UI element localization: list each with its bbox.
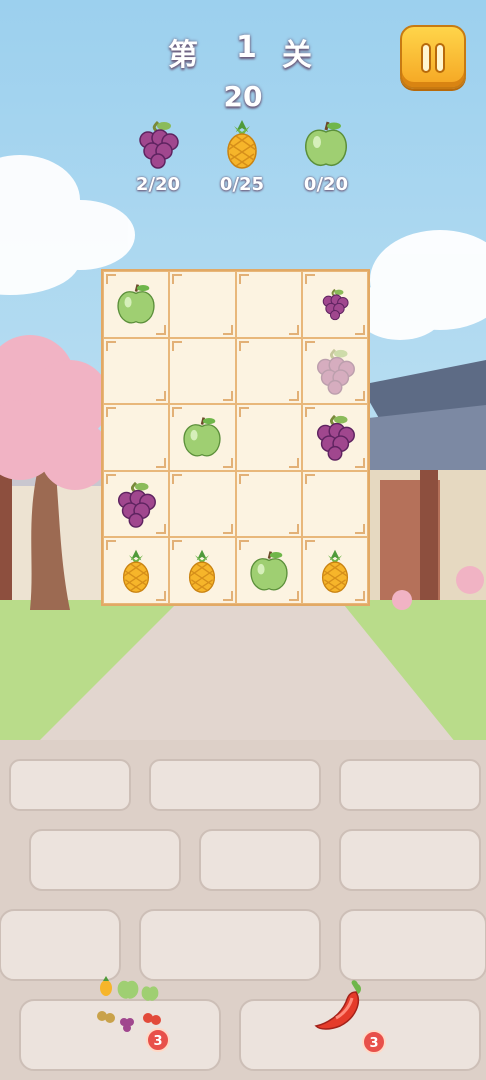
level-prefix: 第 xyxy=(168,38,200,73)
goal-apple: 0/20 xyxy=(291,118,361,195)
chili-pepper-icon xyxy=(314,980,361,1030)
goal-grape: 2/20 xyxy=(123,118,193,195)
grape-icon xyxy=(310,346,360,396)
shuffle-booster[interactable]: 3 xyxy=(92,968,170,1056)
grape-icon xyxy=(318,287,352,321)
board-cell[interactable] xyxy=(103,470,170,538)
board-cell[interactable] xyxy=(301,337,368,405)
apple-icon xyxy=(305,121,347,166)
apple-icon xyxy=(113,281,159,327)
board-cell[interactable] xyxy=(301,470,368,538)
pineapple-icon xyxy=(227,120,257,169)
pineapple-icon xyxy=(179,548,225,594)
goal-pineapple: 0/25 xyxy=(207,118,277,195)
goal-count-grape: 2/20 xyxy=(135,174,181,195)
board-cell[interactable] xyxy=(235,537,302,604)
shuffle-fruits-icon xyxy=(97,976,161,1032)
board-cell[interactable] xyxy=(235,470,302,538)
board-cell[interactable] xyxy=(103,537,170,604)
goal-count-apple: 0/20 xyxy=(303,174,349,195)
board-cell[interactable] xyxy=(169,470,236,538)
board-cell[interactable] xyxy=(235,337,302,405)
board-cell[interactable] xyxy=(169,271,236,338)
board-cell[interactable] xyxy=(301,537,368,604)
board-cell[interactable] xyxy=(235,404,302,471)
level-suffix: 关 xyxy=(282,38,314,73)
pineapple-icon xyxy=(312,548,358,594)
board-cell[interactable] xyxy=(169,337,236,405)
board-cell[interactable] xyxy=(301,404,368,471)
board-cell[interactable] xyxy=(235,271,302,338)
game-board xyxy=(101,269,370,606)
shuffle-count-badge: 3 xyxy=(146,1028,170,1052)
board-cell[interactable] xyxy=(103,404,170,471)
goal-count-pineapple: 0/25 xyxy=(219,174,265,195)
board-cell[interactable] xyxy=(301,271,368,338)
chili-count-badge: 3 xyxy=(362,1030,386,1054)
grape-icon xyxy=(111,479,161,529)
pause-icon xyxy=(421,43,431,73)
apple-icon xyxy=(246,548,292,594)
grape-icon xyxy=(310,412,360,462)
grape-icon xyxy=(139,120,179,169)
level-number: 1 xyxy=(236,30,259,65)
pause-button[interactable] xyxy=(400,25,466,89)
board-cell[interactable] xyxy=(169,537,236,604)
board-cell[interactable] xyxy=(103,271,170,338)
board-cell[interactable] xyxy=(169,404,236,471)
pineapple-icon xyxy=(113,548,159,594)
chili-booster[interactable]: 3 xyxy=(312,978,392,1058)
apple-icon xyxy=(179,414,225,460)
board-cell[interactable] xyxy=(103,337,170,405)
